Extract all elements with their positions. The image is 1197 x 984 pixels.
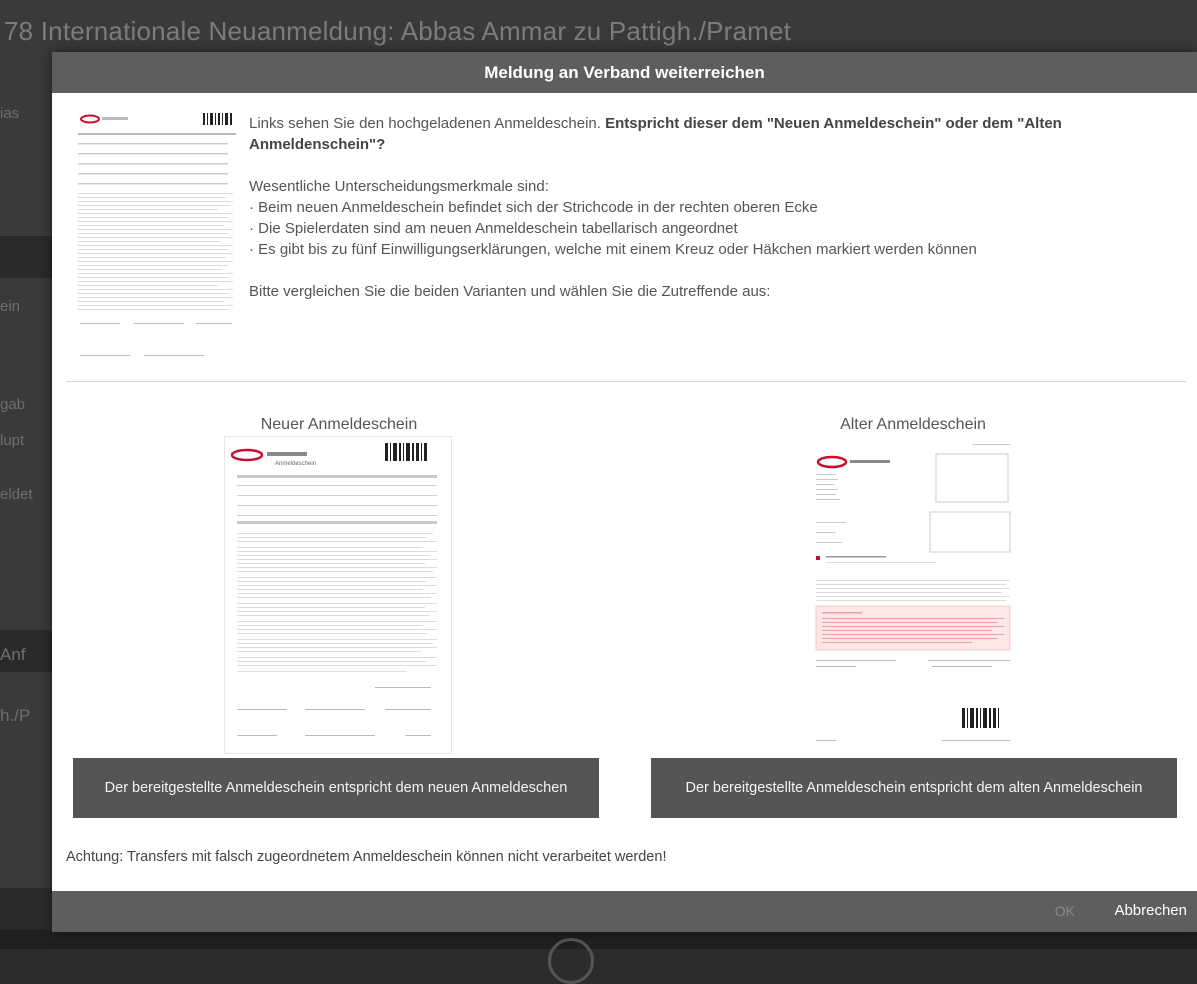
criteria-item: · Die Spielerdaten sind am neuen Anmelde…	[249, 220, 738, 237]
criteria-item: · Beim neuen Anmeldeschein befindet sich…	[249, 199, 818, 216]
old-form-title: Alter Anmeldeschein	[840, 416, 986, 433]
forward-dialog: Meldung an Verband weiterreichen Links s…	[52, 52, 1197, 932]
page-title: 78 Internationale Neuanmeldung: Abbas Am…	[4, 16, 792, 46]
uploaded-document-thumbnail[interactable]	[78, 111, 236, 363]
intro-line: Links sehen Sie den hochgeladenen Anmeld…	[249, 115, 606, 132]
intro-question: Links sehen Sie den hochgeladenen Anmeld…	[249, 113, 1189, 155]
old-form-sample-image	[812, 436, 1014, 752]
bg-band	[0, 236, 52, 278]
bg-band	[0, 888, 52, 930]
select-new-form-button[interactable]: Der bereitgestellte Anmeldeschein entspr…	[73, 758, 599, 818]
doc-brand-label: Anmeldeschein	[275, 461, 316, 467]
ok-button[interactable]: OK	[1055, 903, 1075, 919]
cancel-button[interactable]: Abbrechen	[1114, 902, 1187, 919]
bg-fragment: Anf	[0, 645, 26, 664]
criteria-item: · Es gibt bis zu fünf Einwilligungserklä…	[249, 241, 977, 258]
criteria-title: Wesentliche Unterscheidungsmerkmale sind…	[249, 178, 549, 195]
bg-bottom-bar	[0, 930, 1197, 949]
bg-fragment: eldet	[0, 486, 33, 503]
dialog-footer: OK Abbrechen	[52, 891, 1197, 932]
bg-fragment: lupt	[0, 432, 25, 449]
bg-fragment: gab	[0, 396, 26, 413]
compare-instruction: Bitte vergleichen Sie die beiden Variant…	[249, 283, 771, 300]
divider	[66, 381, 1186, 382]
select-old-form-button[interactable]: Der bereitgestellte Anmeldeschein entspr…	[651, 758, 1177, 818]
bg-circle-icon	[548, 938, 594, 984]
intro-text: Links sehen Sie den hochgeladenen Anmeld…	[249, 113, 1189, 302]
warning-text: Achtung: Transfers mit falsch zugeordnet…	[66, 849, 667, 865]
dialog-title: Meldung an Verband weiterreichen	[52, 52, 1197, 93]
new-form-title: Neuer Anmeldeschein	[260, 416, 418, 433]
intro-section: Links sehen Sie den hochgeladenen Anmeld…	[52, 93, 1197, 383]
bg-fragment: ein	[0, 298, 21, 315]
new-form-sample-image: Anmeldeschein	[224, 436, 452, 754]
bg-fragment: h./P	[0, 706, 31, 725]
bg-fragment: ias	[0, 105, 20, 122]
